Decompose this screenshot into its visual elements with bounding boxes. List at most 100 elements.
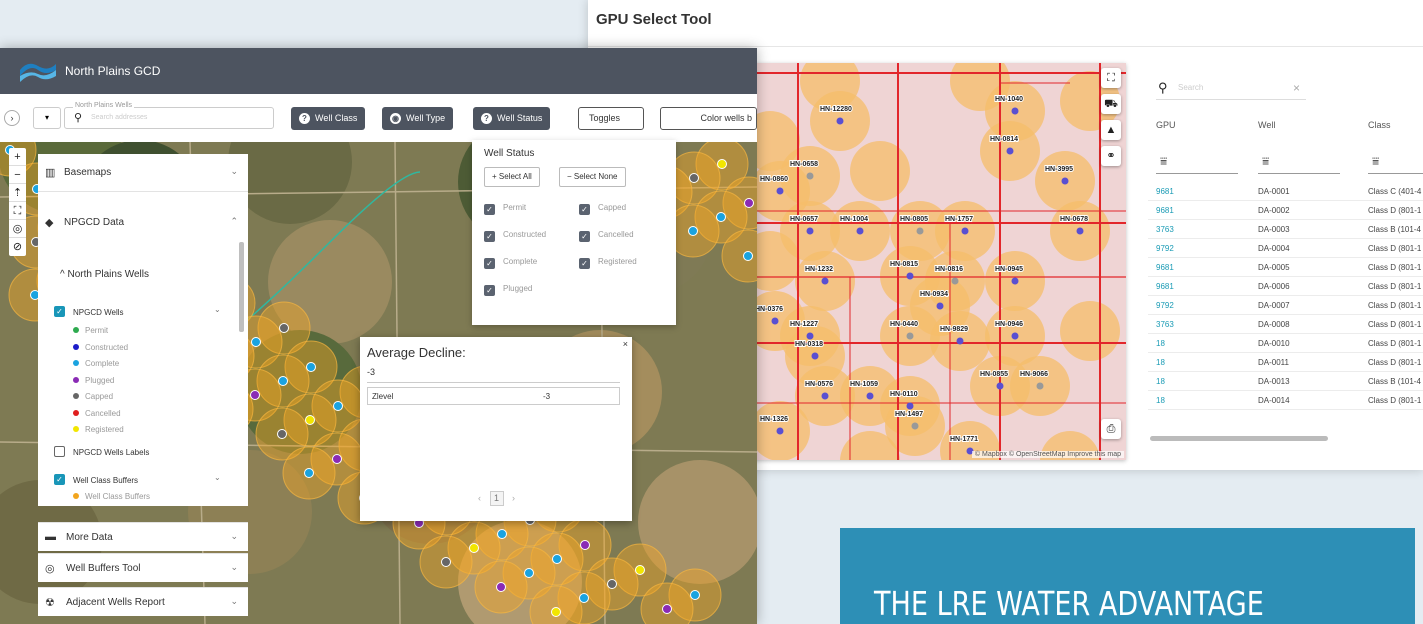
column-header-gpu[interactable]: GPU [1156, 120, 1176, 130]
tree-icon[interactable]: ▲ [1101, 120, 1121, 140]
well-point[interactable] [579, 593, 589, 603]
well-label[interactable]: HN-0376 [754, 305, 784, 314]
layer-select-dropdown[interactable]: ▾ [33, 107, 61, 129]
zoom-in-button[interactable]: + [9, 148, 26, 166]
gpu-cell[interactable]: 18 [1156, 377, 1165, 386]
well-point[interactable] [332, 454, 342, 464]
well-point[interactable] [469, 543, 479, 553]
filter-gpu[interactable]: ⩸ [1156, 154, 1238, 174]
table-row[interactable]: 3763 DA-0008 Class D (801-1 [1148, 315, 1423, 334]
well-marker[interactable] [806, 227, 814, 235]
well-label[interactable]: HN-0318 [794, 340, 824, 349]
more-data-header[interactable]: ▬ More Data ⌄ [38, 522, 248, 551]
well-marker[interactable] [836, 117, 844, 125]
print-icon[interactable]: ⎙ [1101, 419, 1121, 439]
gpu-cell[interactable]: 9681 [1156, 282, 1174, 291]
well-label[interactable]: HN-0814 [989, 135, 1019, 144]
checkbox[interactable]: ✓ [484, 285, 495, 296]
select-none-button[interactable]: − Select None [559, 167, 626, 187]
checkbox[interactable]: ✓ [579, 231, 590, 242]
table-row[interactable]: 18 DA-0011 Class D (801-1 [1148, 353, 1423, 372]
table-row[interactable]: 18 DA-0013 Class B (101-4 [1148, 372, 1423, 391]
well-label[interactable]: HN-1757 [944, 215, 974, 224]
well-marker[interactable] [1061, 177, 1069, 185]
well-point[interactable] [607, 579, 617, 589]
well-marker[interactable] [951, 277, 959, 285]
well-point[interactable] [306, 362, 316, 372]
well-point[interactable] [717, 159, 727, 169]
chevron-down-icon[interactable]: ⌄ [214, 305, 221, 314]
well-label[interactable]: HN-0855 [979, 370, 1009, 379]
well-point[interactable] [716, 212, 726, 222]
well-point[interactable] [551, 607, 561, 617]
column-header-well[interactable]: Well [1258, 120, 1275, 130]
page-number[interactable]: 1 [489, 491, 504, 506]
well-point[interactable] [689, 173, 699, 183]
well-status-option[interactable]: ✓ Cancelled [579, 230, 634, 242]
well-label[interactable]: HN-1059 [849, 380, 879, 389]
zoom-out-button[interactable]: − [9, 166, 26, 184]
toggles-button[interactable]: Toggles [578, 107, 644, 130]
checkbox[interactable]: ✓ [484, 231, 495, 242]
well-point[interactable] [662, 604, 672, 614]
gpu-cell[interactable]: 18 [1156, 396, 1165, 405]
table-row[interactable]: 3763 DA-0003 Class B (101-4 [1148, 220, 1423, 239]
fullscreen-icon[interactable]: ⛶ [1101, 68, 1121, 88]
gpu-cell[interactable]: 18 [1156, 339, 1165, 348]
north-arrow-icon[interactable]: ⇡ [9, 184, 26, 202]
chevron-right-icon[interactable]: › [4, 110, 20, 126]
well-point[interactable] [496, 582, 506, 592]
north-plains-wells-group[interactable]: ^ North Plains Wells [60, 269, 149, 280]
well-point[interactable] [333, 401, 343, 411]
gpu-map-canvas[interactable]: HN-12280 HN-1040 HN-0814 HN-0658HN-0860 HN-3… [750, 63, 1126, 460]
well-label[interactable]: HN-0946 [994, 320, 1024, 329]
gpu-cell[interactable]: 9681 [1156, 206, 1174, 215]
well-point[interactable] [635, 565, 645, 575]
table-row[interactable]: 18 DA-0010 Class D (801-1 [1148, 334, 1423, 353]
well-status-option[interactable]: ✓ Registered [579, 257, 637, 269]
gpu-cell[interactable]: 9681 [1156, 187, 1174, 196]
checkbox[interactable]: ✓ [579, 204, 590, 215]
well-label[interactable]: HN-1232 [804, 265, 834, 274]
gpu-map[interactable]: HN-12280 HN-1040 HN-0814 HN-0658 HN-0860 HN-3… [750, 63, 1126, 460]
well-label[interactable]: HN-1004 [839, 215, 869, 224]
well-type-button[interactable]: ◉ Well Type [382, 107, 454, 130]
filter-class[interactable]: ⩸ [1368, 154, 1423, 174]
npgcd-wells-checkbox[interactable]: ✓ [54, 306, 65, 317]
npgcd-data-header[interactable]: ◆ NPGCD Data ⌃ [38, 204, 248, 242]
well-label[interactable]: HN-0658 [789, 160, 819, 169]
chevron-down-icon[interactable]: ⌄ [214, 473, 221, 482]
well-label[interactable]: HN-1227 [789, 320, 819, 329]
gpu-cell[interactable]: 18 [1156, 358, 1165, 367]
well-marker[interactable] [1011, 277, 1019, 285]
well-point[interactable] [250, 390, 260, 400]
well-label[interactable]: HN-0576 [804, 380, 834, 389]
well-marker[interactable] [956, 337, 964, 345]
well-label[interactable]: HN-0657 [789, 215, 819, 224]
well-label[interactable]: HN-1497 [894, 410, 924, 419]
well-marker[interactable] [936, 302, 944, 310]
well-label[interactable]: HN-12280 [819, 105, 853, 114]
horizontal-scrollbar[interactable] [1150, 436, 1328, 441]
column-header-class[interactable]: Class [1368, 120, 1391, 130]
basemaps-header[interactable]: ▥ Basemaps ⌄ [38, 154, 248, 192]
locate-icon[interactable]: ◎ [9, 220, 26, 238]
table-row[interactable]: 9681 DA-0002 Class D (801-1 [1148, 201, 1423, 220]
well-marker[interactable] [996, 382, 1004, 390]
well-marker[interactable] [906, 272, 914, 280]
well-label[interactable]: HN-1771 [949, 435, 979, 444]
well-point[interactable] [277, 429, 287, 439]
well-marker[interactable] [1076, 227, 1084, 235]
well-label[interactable]: HN-0815 [889, 260, 919, 269]
well-point[interactable] [688, 226, 698, 236]
well-point[interactable] [279, 323, 289, 333]
gpu-cell[interactable]: 9792 [1156, 301, 1174, 310]
next-page-icon[interactable]: › [512, 493, 515, 503]
npgcd-wells-labels-checkbox[interactable] [54, 446, 65, 457]
well-marker[interactable] [776, 187, 784, 195]
filter-well[interactable]: ⩸ [1258, 154, 1340, 174]
well-label[interactable]: HN-0805 [899, 215, 929, 224]
well-class-buffers-checkbox[interactable]: ✓ [54, 474, 65, 485]
well-point[interactable] [305, 415, 315, 425]
well-marker[interactable] [906, 402, 914, 410]
